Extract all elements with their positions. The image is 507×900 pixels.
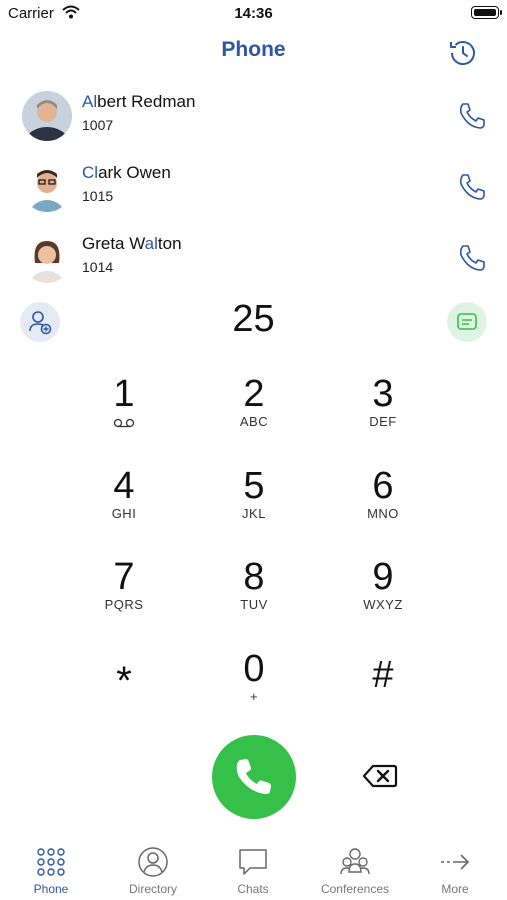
contact-row[interactable]: Clark Owen 1015: [0, 155, 507, 225]
phone-icon: [236, 759, 271, 794]
call-button[interactable]: [212, 735, 296, 819]
avatar: [22, 91, 72, 141]
avatar: [22, 233, 72, 283]
voicemail-icon: [113, 418, 135, 428]
key-5[interactable]: 5 JKL: [199, 465, 309, 545]
tab-bar: Phone Directory Chats Conferences More: [0, 836, 507, 900]
key-3[interactable]: 3 DEF: [328, 373, 438, 453]
tab-label: Directory: [128, 882, 177, 896]
history-icon[interactable]: [446, 36, 480, 70]
key-7[interactable]: 7 PQRS: [69, 556, 179, 636]
page-title: Phone: [221, 38, 286, 61]
tab-label: Chats: [237, 882, 269, 896]
phone-icon[interactable]: [456, 100, 488, 132]
key-9[interactable]: 9 WXYZ: [328, 556, 438, 636]
contact-name: Albert Redman: [82, 92, 196, 111]
tab-label: More: [441, 882, 469, 896]
message-icon: [457, 313, 477, 330]
contact-name: Clark Owen: [82, 163, 171, 182]
phone-icon[interactable]: [456, 171, 488, 203]
tab-label: Phone: [33, 882, 69, 896]
keypad-grid-icon: [37, 848, 65, 876]
person-circle-icon: [138, 847, 168, 877]
backspace-icon[interactable]: [362, 762, 398, 790]
key-0[interactable]: 0 +: [199, 648, 309, 728]
tab-conferences[interactable]: Conferences: [305, 836, 405, 896]
status-time: 14:36: [234, 5, 273, 22]
contact-extension: 1015: [82, 188, 114, 204]
chat-bubble-icon: [239, 849, 267, 875]
contact-name: Greta Walton: [82, 234, 182, 253]
contact-row[interactable]: Albert Redman 1007: [0, 84, 507, 154]
dialed-number: 25: [232, 298, 275, 340]
tab-label: Conferences: [320, 882, 390, 896]
status-bar: Carrier 14:36: [0, 0, 507, 30]
key-star[interactable]: *: [69, 660, 179, 740]
key-4[interactable]: 4 GHI: [69, 465, 179, 545]
key-8[interactable]: 8 TUV: [199, 556, 309, 636]
tab-more[interactable]: More: [405, 836, 505, 896]
key-hash[interactable]: #: [328, 654, 438, 734]
tab-chats[interactable]: Chats: [203, 836, 303, 896]
contact-row[interactable]: Greta Walton 1014: [0, 226, 507, 296]
key-1[interactable]: 1: [69, 373, 179, 453]
tab-directory[interactable]: Directory: [103, 836, 203, 896]
phone-icon[interactable]: [456, 242, 488, 274]
contact-extension: 1014: [82, 259, 114, 275]
battery-icon: [471, 6, 502, 19]
key-2[interactable]: 2 ABC: [199, 373, 309, 453]
avatar: [22, 162, 72, 212]
contact-extension: 1007: [82, 117, 114, 133]
tab-phone[interactable]: Phone: [1, 836, 101, 896]
group-icon: [340, 848, 370, 875]
message-button[interactable]: [447, 302, 487, 342]
key-6[interactable]: 6 MNO: [328, 465, 438, 545]
arrow-right-icon: [441, 854, 470, 870]
